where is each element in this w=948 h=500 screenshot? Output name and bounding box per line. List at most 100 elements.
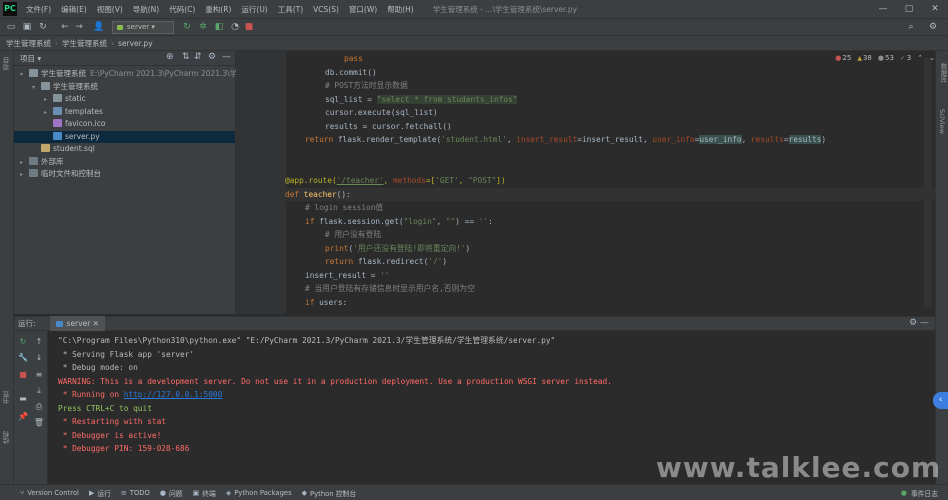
- expand-all-icon[interactable]: ⇅: [182, 52, 190, 62]
- minimize-button[interactable]: —: [870, 0, 896, 18]
- menu-tools[interactable]: 工具(T): [273, 4, 308, 15]
- window-title: 学生管理系统 - ...\学生管理系统\server.py: [432, 4, 578, 14]
- settings-icon[interactable]: ⚙: [926, 21, 940, 34]
- project-panel-title[interactable]: 项目: [20, 53, 35, 64]
- right-tool-strip: 数据库 SciView: [935, 51, 948, 484]
- tree-file-favicon[interactable]: favicon.ico: [14, 118, 235, 131]
- tree-external-libraries[interactable]: ▸ 外部库: [14, 156, 235, 169]
- menu-vcs[interactable]: VCS(S): [308, 5, 344, 14]
- file-icon: [53, 131, 62, 140]
- soft-wrap-icon[interactable]: ≡: [33, 369, 45, 381]
- tree-file-student-sql[interactable]: student.sql: [14, 143, 235, 156]
- breadcrumb-item[interactable]: 学生管理系统: [6, 38, 51, 49]
- tree-folder-app[interactable]: ▾ 学生管理系统: [14, 81, 235, 94]
- forward-arrow-icon[interactable]: →: [72, 21, 86, 34]
- locate-icon[interactable]: ⊕: [166, 52, 174, 62]
- problems-icon: ●: [159, 488, 166, 497]
- status-version-control[interactable]: ⑂ Version Control: [20, 489, 79, 497]
- menu-refactor[interactable]: 重构(R): [200, 4, 236, 15]
- menu-view[interactable]: 视图(V): [92, 4, 128, 15]
- status-problems[interactable]: ● 问题: [160, 488, 183, 498]
- stop-icon[interactable]: ■: [17, 369, 29, 381]
- status-event-log-label: 事件日志: [910, 489, 938, 498]
- editor-gutter: [236, 51, 286, 314]
- menu-help[interactable]: 帮助(H): [382, 4, 419, 15]
- tree-scratches[interactable]: ▸ 临时文件和控制台: [14, 168, 235, 181]
- status-python-console[interactable]: ◆ Python 控制台: [302, 488, 357, 498]
- menu-window[interactable]: 窗口(W): [344, 4, 382, 15]
- hide-icon[interactable]: —: [222, 52, 231, 62]
- collapse-sidebar-button[interactable]: ‹: [933, 392, 948, 409]
- menu-file[interactable]: 文件(F): [21, 4, 56, 15]
- status-version-control-label: Version Control: [27, 488, 79, 497]
- tree-item-label: templates: [65, 106, 103, 116]
- sync-icon[interactable]: ↻: [36, 21, 50, 34]
- maximize-button[interactable]: ▢: [896, 0, 922, 18]
- warning-count: 38: [857, 54, 872, 62]
- tool-window-structure[interactable]: 结构: [2, 431, 12, 444]
- status-todo-label: TODO: [129, 488, 150, 497]
- rerun-icon[interactable]: ↻: [17, 336, 29, 348]
- tool-window-sciview[interactable]: SciView: [938, 109, 946, 134]
- console-line: * Debug mode: on: [58, 363, 138, 372]
- save-all-icon[interactable]: ▣: [20, 21, 34, 34]
- wrench-icon[interactable]: 🔧: [17, 352, 29, 364]
- project-panel: 项目 ▾ ⊕ ⇅ ⇵ ⚙ — ▾ 学生管理系统 E:\PyCharm 2021.3\…: [14, 51, 252, 314]
- code-line: pass: [344, 54, 363, 63]
- tree-folder-static[interactable]: ▸ static: [14, 93, 235, 106]
- rerun-icon[interactable]: ↻: [180, 21, 194, 34]
- tool-window-project[interactable]: 项目: [2, 57, 12, 70]
- run-panel-settings-icon[interactable]: ⚙ —: [909, 318, 929, 328]
- collapse-all-icon[interactable]: ⇵: [194, 52, 202, 62]
- status-terminal[interactable]: ▣ 终端: [193, 488, 216, 498]
- open-folder-icon[interactable]: ▭: [4, 21, 18, 34]
- status-todo[interactable]: ≡ TODO: [121, 489, 150, 497]
- server-url-link[interactable]: http://127.0.0.1:5000: [124, 390, 223, 399]
- pin-icon[interactable]: 📌: [17, 411, 29, 423]
- back-arrow-icon[interactable]: ←: [58, 21, 72, 34]
- code-line: insert_result = '': [305, 270, 390, 280]
- scroll-to-end-icon[interactable]: ⤓: [33, 385, 45, 397]
- stop-icon[interactable]: ■: [242, 21, 256, 34]
- editor-scrollbar[interactable]: [924, 58, 932, 308]
- inspection-widget[interactable]: 25 38 53 3 ⌃ ⌄: [835, 54, 935, 62]
- status-python-packages[interactable]: ◈ Python Packages: [226, 489, 292, 497]
- run-tab-server[interactable]: server ✕: [49, 316, 105, 331]
- breadcrumb-separator: ›: [111, 38, 114, 48]
- error-count: 25: [835, 54, 851, 62]
- trash-icon[interactable]: 🗑: [33, 417, 45, 429]
- breadcrumb-item[interactable]: 学生管理系统: [62, 38, 107, 49]
- scroll-up-icon[interactable]: ↑: [33, 336, 45, 348]
- breadcrumb-item[interactable]: server.py: [118, 39, 153, 48]
- close-button[interactable]: ✕: [922, 0, 948, 18]
- file-icon: [41, 144, 50, 152]
- status-event-log[interactable]: ● 事件日志: [901, 488, 938, 498]
- run-config-label: server: [127, 23, 150, 31]
- gear-icon[interactable]: ⚙: [208, 52, 216, 62]
- run-panel-header: 运行: server ✕ ⚙ —: [14, 316, 935, 331]
- menu-run[interactable]: 运行(U): [236, 4, 272, 15]
- tree-file-server[interactable]: server.py: [14, 130, 235, 143]
- user-icon[interactable]: 👤: [92, 21, 106, 34]
- debug-icon[interactable]: ✲: [196, 21, 210, 34]
- menu-code[interactable]: 代码(C): [164, 4, 200, 15]
- search-icon[interactable]: ⌕: [904, 21, 918, 34]
- tree-root-project[interactable]: ▾ 学生管理系统 E:\PyCharm 2021.3\PyCharm 2021.3\…: [14, 68, 252, 81]
- menu-edit[interactable]: 编辑(E): [56, 4, 92, 15]
- status-run[interactable]: ▶ 运行: [89, 488, 111, 498]
- terminal-icon: ▣: [192, 488, 200, 497]
- run-configuration-select[interactable]: server ▾: [112, 21, 174, 34]
- code-line-current: def teacher():: [285, 187, 935, 201]
- typo-count: 3: [900, 54, 911, 62]
- menu-navigate[interactable]: 导航(N): [128, 4, 164, 15]
- tree-folder-templates[interactable]: ▸ templates: [14, 106, 235, 119]
- profile-icon[interactable]: ◔: [228, 21, 242, 34]
- tool-window-bookmarks[interactable]: 书签: [2, 391, 12, 404]
- chevron-up-icon[interactable]: ⌃: [917, 54, 923, 62]
- layout-icon[interactable]: ▬: [17, 393, 29, 405]
- coverage-icon[interactable]: ◧: [212, 21, 226, 34]
- scroll-down-icon[interactable]: ↓: [33, 352, 45, 364]
- print-icon[interactable]: ⎙: [33, 401, 45, 413]
- expand-arrow-icon[interactable]: ▸: [20, 169, 29, 182]
- tool-window-database[interactable]: 数据库: [938, 63, 948, 83]
